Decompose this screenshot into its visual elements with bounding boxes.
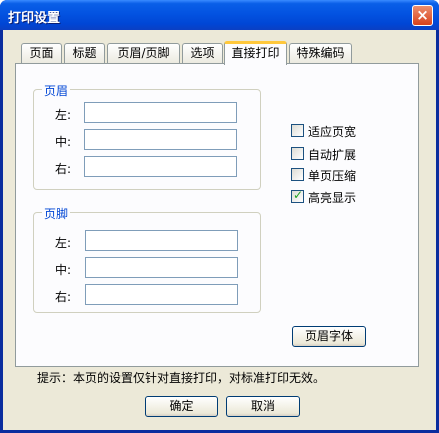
header-right-input[interactable] xyxy=(84,156,237,177)
header-center-input[interactable] xyxy=(84,129,237,150)
tab-options[interactable]: 选项 xyxy=(182,43,223,63)
tab-special-encoding[interactable]: 特殊编码 xyxy=(289,43,352,63)
footer-left-input[interactable] xyxy=(85,230,238,251)
hint-text: 提示：本页的设置仅针对直接打印，对标准打印无效。 xyxy=(37,371,326,385)
header-left-label: 左: xyxy=(55,108,72,122)
footer-right-input[interactable] xyxy=(85,284,238,305)
title-bar[interactable]: 打印设置 × xyxy=(0,0,439,30)
footer-left-label: 左: xyxy=(55,236,72,250)
dialog-title: 打印设置 xyxy=(8,11,61,26)
header-left-input[interactable] xyxy=(84,102,237,123)
header-font-button[interactable]: 页眉字体 xyxy=(292,326,366,347)
tab-page[interactable]: 页面 xyxy=(21,43,62,63)
highlight-display-checkbox[interactable]: ✓ xyxy=(291,188,304,203)
highlight-display-label[interactable]: 高亮显示 xyxy=(308,189,356,206)
single-page-compress-label[interactable]: 单页压缩 xyxy=(308,167,356,184)
dialog-client-area: 页面 标题 页眉/页脚 选项 直接打印 特殊编码 页眉 左: 中: 右: 页脚 … xyxy=(3,30,436,430)
checkmark-icon: ✓ xyxy=(293,188,304,202)
auto-expand-label[interactable]: 自动扩展 xyxy=(308,146,356,163)
footer-right-label: 右: xyxy=(55,290,72,304)
tab-direct-print[interactable]: 直接打印 xyxy=(224,41,287,65)
tab-title[interactable]: 标题 xyxy=(64,43,105,63)
footer-group-title: 页脚 xyxy=(42,205,71,222)
header-center-label: 中: xyxy=(55,135,72,149)
header-right-label: 右: xyxy=(55,162,72,176)
ok-button[interactable]: 确定 xyxy=(145,396,218,417)
header-group: 页眉 左: 中: 右: xyxy=(33,82,261,190)
footer-group: 页脚 左: 中: 右: xyxy=(33,205,261,313)
print-settings-dialog: 打印设置 × 页面 标题 页眉/页脚 选项 直接打印 特殊编码 页眉 左: 中:… xyxy=(0,0,439,433)
single-page-compress-checkbox[interactable] xyxy=(291,168,304,181)
fit-page-width-label[interactable]: 适应页宽 xyxy=(308,123,356,140)
close-icon[interactable]: × xyxy=(412,5,433,26)
footer-center-input[interactable] xyxy=(85,257,238,278)
cancel-button[interactable]: 取消 xyxy=(226,396,300,417)
auto-expand-checkbox[interactable] xyxy=(291,147,304,160)
tab-header-footer[interactable]: 页眉/页脚 xyxy=(107,43,180,63)
fit-page-width-checkbox[interactable] xyxy=(291,124,304,137)
header-group-title: 页眉 xyxy=(42,82,71,99)
direct-print-panel: 页眉 左: 中: 右: 页脚 左: 中: 右: 适应页宽 自动扩展 单页压缩 ✓… xyxy=(15,63,419,385)
footer-center-label: 中: xyxy=(55,263,72,277)
